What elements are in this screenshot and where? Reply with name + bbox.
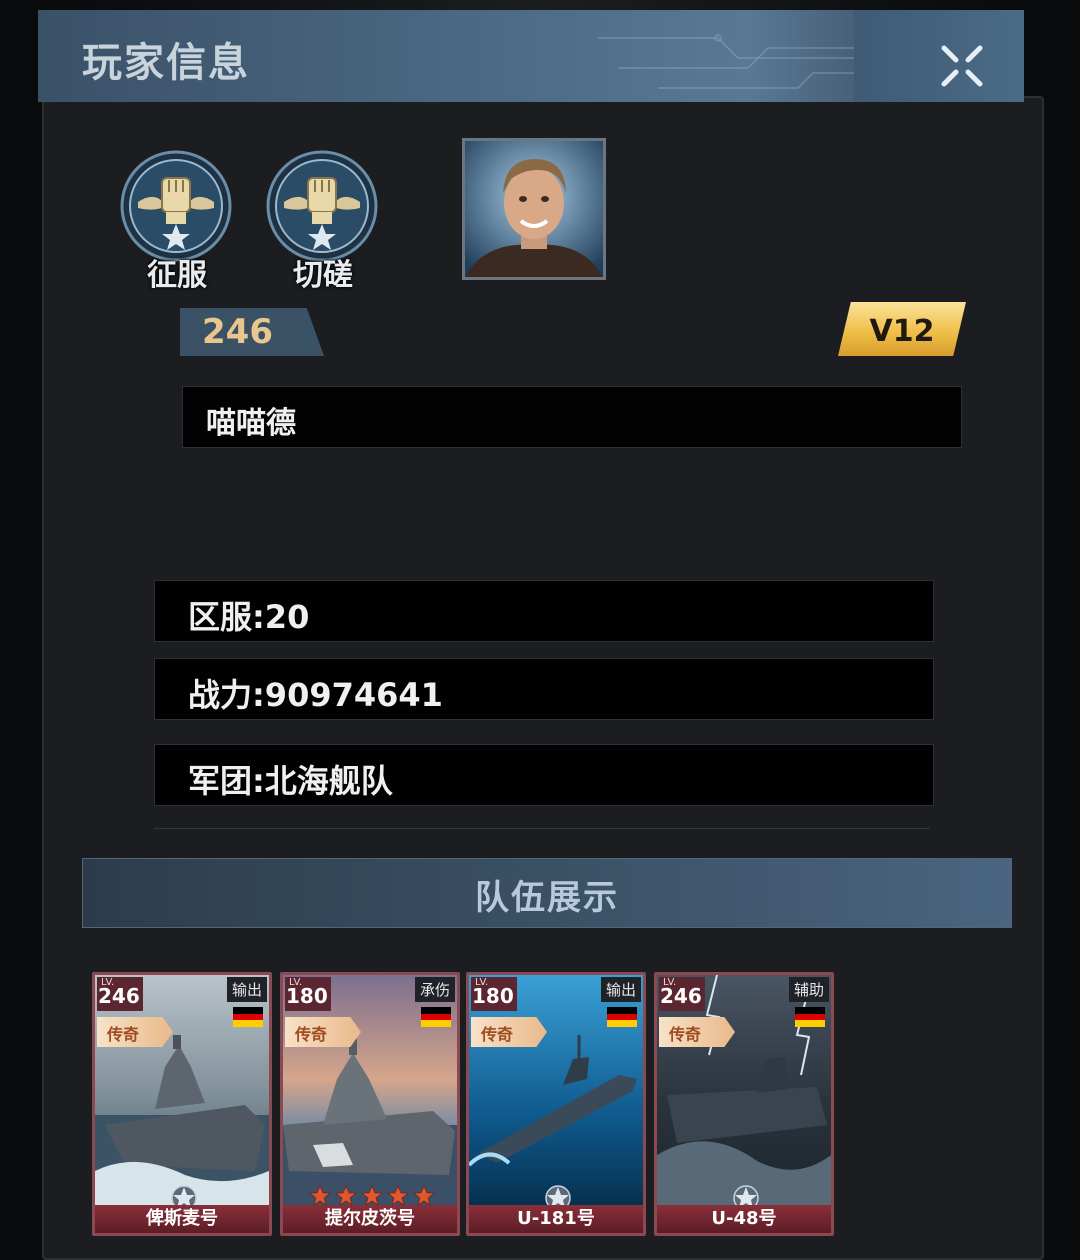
german-flag-icon: [421, 1007, 451, 1027]
german-flag-icon: [795, 1007, 825, 1027]
ship-level: 180: [286, 984, 328, 1008]
player-name-field: [182, 386, 962, 448]
role-tag: 辅助: [788, 977, 829, 1002]
fist-emblem-icon: [120, 150, 232, 262]
ship-card-u181[interactable]: LV. 180 输出 传奇 U-181号: [466, 972, 646, 1236]
ship-card-u48[interactable]: LV. 246 辅助 传奇 U-48号: [654, 972, 834, 1236]
ship-card-bismarck[interactable]: LV. 246 输出 传奇 俾斯麦号: [92, 972, 272, 1236]
player-level: 246: [202, 312, 273, 352]
ship-level: 246: [98, 984, 140, 1008]
ship-level: 180: [472, 984, 514, 1008]
divider: [154, 828, 930, 829]
team-title: 队伍展示: [475, 878, 619, 918]
vip-level: V12: [869, 314, 935, 349]
circuit-decoration: [598, 34, 918, 89]
role-tag: 承伤: [414, 977, 455, 1002]
five-stars-icon: [309, 1185, 436, 1206]
player-name: 喵喵德: [206, 406, 296, 441]
power-text: 战力:90974641: [188, 676, 443, 714]
rarity-label: 传奇: [295, 1025, 328, 1044]
legion-text: 军团:北海舰队: [188, 762, 393, 800]
duel-label: 切磋: [293, 258, 353, 293]
player-avatar[interactable]: [462, 138, 606, 280]
ship-name: U-48号: [657, 1205, 831, 1233]
ship-name: 提尔皮茨号: [283, 1205, 457, 1233]
ship-name: U-181号: [469, 1205, 643, 1233]
rarity-label: 传奇: [107, 1025, 140, 1044]
conquest-badge[interactable]: [120, 150, 232, 262]
rarity-label: 传奇: [481, 1025, 514, 1044]
ship-level: 246: [660, 984, 702, 1008]
fist-emblem-icon: [266, 150, 378, 262]
ship-card-tirpitz[interactable]: LV. 180 承伤 传奇 提尔皮茨号: [280, 972, 460, 1236]
ship-name: 俾斯麦号: [95, 1205, 269, 1233]
rarity-label: 传奇: [669, 1025, 702, 1044]
server-text: 区服:20: [188, 598, 310, 636]
conquest-label: 征服: [147, 258, 207, 293]
role-tag: 输出: [600, 977, 641, 1002]
dialog-title: 玩家信息: [82, 40, 250, 86]
duel-badge[interactable]: [266, 150, 378, 262]
close-button[interactable]: [934, 40, 990, 92]
close-icon: [941, 45, 983, 87]
german-flag-icon: [233, 1007, 263, 1027]
role-tag: 输出: [226, 977, 267, 1002]
portrait-image: [465, 141, 603, 277]
german-flag-icon: [607, 1007, 637, 1027]
